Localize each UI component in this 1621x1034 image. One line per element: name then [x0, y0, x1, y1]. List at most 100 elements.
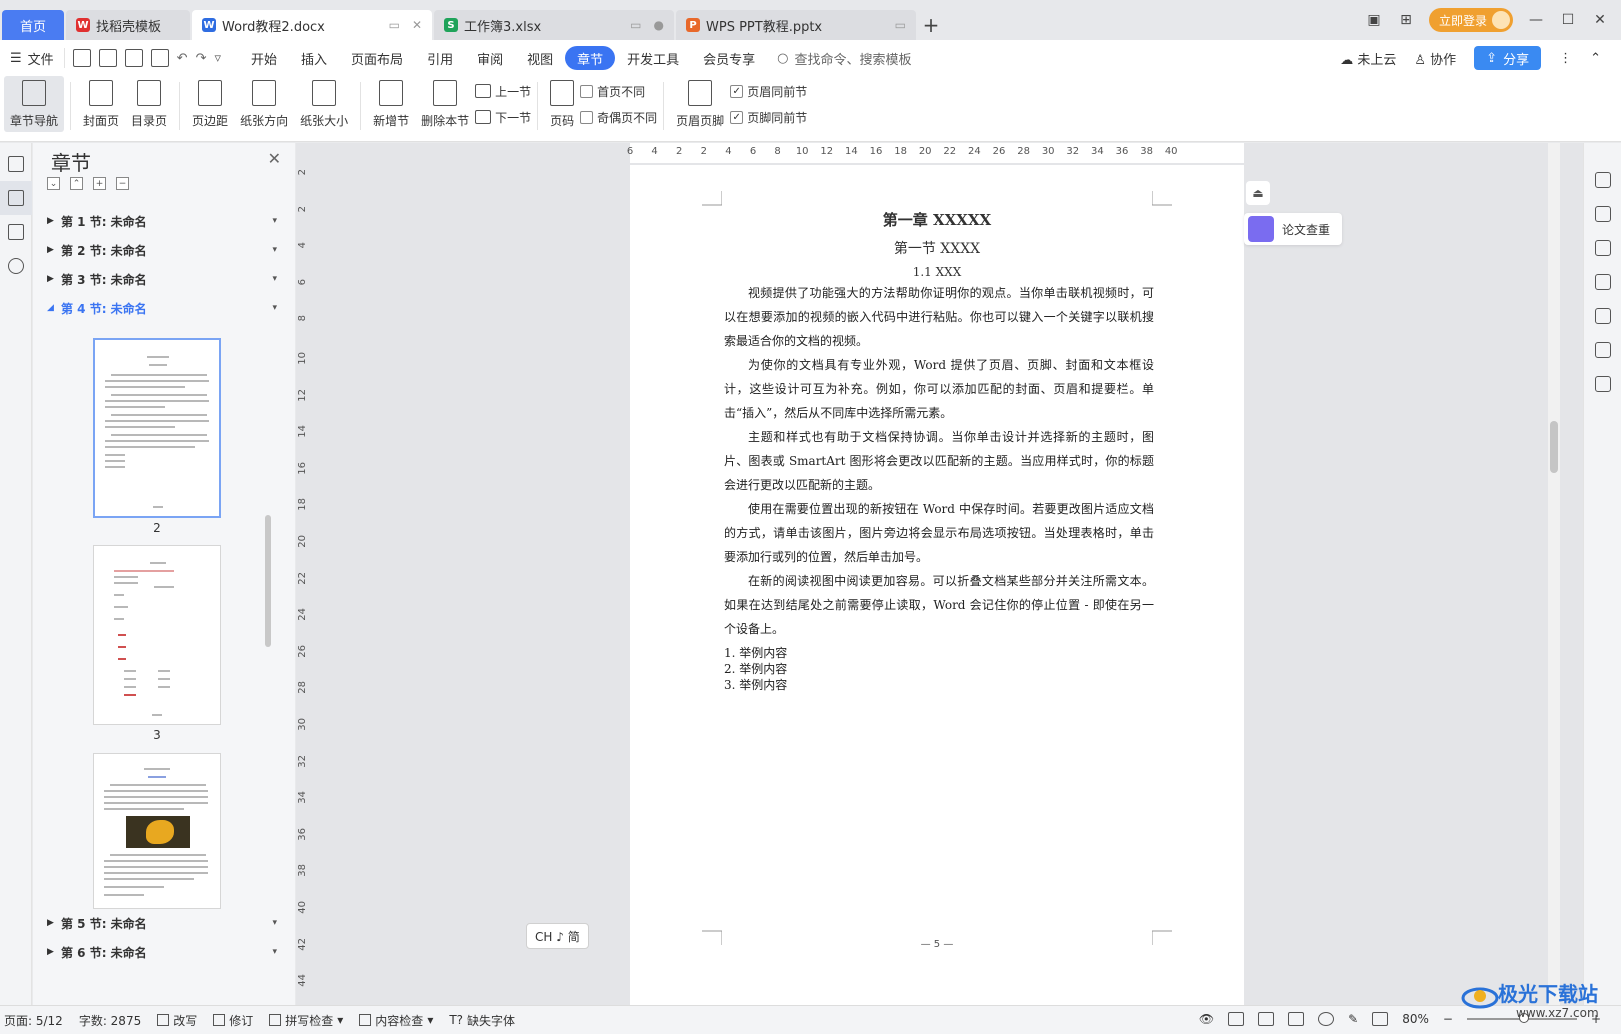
document-page[interactable]: 第一章 XXXXX 第一节 XXXX 1.1 XXX 视频提供了功能强大的方法帮…: [630, 165, 1244, 1005]
outline-view-button[interactable]: [0, 147, 32, 181]
share-button[interactable]: ⇪ 分享: [1474, 46, 1542, 70]
overwrite-toggle[interactable]: 改写: [157, 1012, 197, 1029]
toc-page-button[interactable]: 目录页: [125, 76, 173, 132]
login-button[interactable]: 立即登录: [1428, 8, 1513, 32]
section-item[interactable]: ▶ 第 2 节: 未命名 ▾: [47, 239, 283, 261]
scrollbar-thumb[interactable]: [1550, 421, 1558, 473]
redo-icon[interactable]: ↷: [196, 51, 207, 66]
cloud-button[interactable]: ☁ 未上云: [1340, 49, 1396, 68]
chevron-down-icon[interactable]: ▾: [272, 216, 277, 226]
add-icon[interactable]: +: [93, 177, 106, 190]
word-count[interactable]: 字数: 2875: [79, 1012, 141, 1029]
grid-icon[interactable]: ⊞: [1397, 11, 1415, 29]
menu-section[interactable]: 章节: [565, 46, 616, 70]
delete-section-button[interactable]: 删除本节: [415, 76, 475, 132]
section-item-active[interactable]: ◢ 第 4 节: 未命名 ▾: [47, 297, 283, 319]
tab-excel[interactable]: S 工作簿3.xlsx ▭ ●: [434, 10, 674, 40]
save-icon[interactable]: [72, 49, 91, 67]
chevron-down-icon[interactable]: ▾: [272, 947, 277, 957]
export-icon[interactable]: [98, 49, 117, 67]
section-item[interactable]: ▶ 第 6 节: 未命名 ▾: [47, 941, 283, 963]
menu-layout[interactable]: 页面布局: [339, 46, 415, 70]
outline-view-icon[interactable]: [1258, 1012, 1275, 1026]
close-window-button[interactable]: ✕: [1591, 11, 1609, 29]
margin-button[interactable]: 页边距: [186, 76, 234, 132]
prev-section-button[interactable]: 上一节: [475, 82, 531, 100]
document-scrollbar[interactable]: [1548, 143, 1560, 1005]
section-view-button[interactable]: [0, 181, 32, 215]
footer-same-checkbox[interactable]: ✓ 页脚同前节: [730, 108, 807, 126]
section-item[interactable]: ▶ 第 1 节: 未命名 ▾: [47, 210, 283, 232]
location-button[interactable]: [1584, 333, 1621, 367]
revise-toggle[interactable]: 修订: [213, 1012, 253, 1029]
new-tab-button[interactable]: +: [916, 10, 946, 40]
new-section-button[interactable]: 新增节: [367, 76, 415, 132]
odd-even-diff-checkbox[interactable]: 奇偶页不同: [580, 108, 657, 126]
book-button[interactable]: [1584, 367, 1621, 401]
screen-icon[interactable]: ▭: [895, 18, 906, 32]
layout-icon[interactable]: ▣: [1365, 11, 1383, 29]
more-icon[interactable]: ⋮: [1559, 51, 1572, 66]
menu-dev-tools[interactable]: 开发工具: [615, 46, 691, 70]
chevron-down-icon[interactable]: ▾: [272, 245, 277, 255]
menu-review[interactable]: 审阅: [465, 46, 515, 70]
chevron-down-icon[interactable]: ▾: [272, 303, 277, 313]
panel-scrollbar[interactable]: [265, 515, 271, 647]
maximize-button[interactable]: ☐: [1559, 11, 1577, 29]
screen-icon[interactable]: ▭: [630, 18, 641, 32]
page-thumbnail[interactable]: [93, 545, 221, 725]
dropdown-icon[interactable]: ▿: [214, 51, 221, 66]
fit-icon[interactable]: [1372, 1012, 1389, 1026]
section-item[interactable]: ▶ 第 3 节: 未命名 ▾: [47, 268, 283, 290]
minimize-button[interactable]: —: [1527, 11, 1545, 29]
content-check-button[interactable]: 内容检查 ▾: [359, 1012, 433, 1029]
close-icon[interactable]: ✕: [268, 149, 281, 168]
tab-templates[interactable]: W 找稻壳模板: [66, 10, 190, 40]
paper-size-button[interactable]: 纸张大小: [294, 76, 354, 132]
header-same-checkbox[interactable]: ✓ 页眉同前节: [730, 82, 807, 100]
collapse-all-icon[interactable]: ⌃: [70, 177, 83, 190]
page-number-button[interactable]: 页码: [544, 76, 580, 132]
pen-button[interactable]: [1584, 197, 1621, 231]
collab-button[interactable]: ♙ 协作: [1414, 49, 1456, 68]
screen-icon[interactable]: ▭: [389, 18, 400, 32]
undo-icon[interactable]: ↶: [177, 51, 188, 66]
file-menu[interactable]: ☰ 文件: [0, 49, 64, 68]
preview-icon[interactable]: [150, 49, 169, 67]
adjust-button[interactable]: [1584, 265, 1621, 299]
chevron-down-icon[interactable]: ▾: [272, 918, 277, 928]
print-icon[interactable]: [124, 49, 143, 67]
tab-ppt[interactable]: P WPS PPT教程.pptx ▭: [676, 10, 916, 40]
page-thumbnail[interactable]: [93, 338, 221, 518]
collapse-ribbon-icon[interactable]: ⌃: [1590, 51, 1601, 66]
collapse-toolbar-icon[interactable]: ⏏: [1246, 181, 1270, 205]
chevron-down-icon[interactable]: ▾: [272, 274, 277, 284]
command-search[interactable]: ○ 查找命令、搜索模板: [777, 49, 911, 68]
web-view-icon[interactable]: [1318, 1012, 1335, 1026]
eye-icon[interactable]: 👁: [1199, 1012, 1214, 1026]
pen-icon[interactable]: ✎: [1348, 1012, 1358, 1026]
page-indicator[interactable]: 页面: 5/12: [4, 1012, 63, 1029]
find-button[interactable]: [0, 249, 32, 283]
menu-insert[interactable]: 插入: [289, 46, 339, 70]
section-nav-button[interactable]: 章节导航: [4, 76, 65, 132]
cover-page-button[interactable]: 封面页: [77, 76, 125, 132]
page-view-icon[interactable]: [1228, 1012, 1245, 1026]
next-section-button[interactable]: 下一节: [475, 108, 531, 126]
rocket-button[interactable]: [1584, 163, 1621, 197]
page-thumbnail[interactable]: [93, 753, 221, 909]
image-tool-button[interactable]: [1584, 299, 1621, 333]
section-item[interactable]: ▶ 第 5 节: 未命名 ▾: [47, 912, 283, 934]
bookmark-button[interactable]: [0, 215, 32, 249]
menu-reference[interactable]: 引用: [415, 46, 465, 70]
tab-word-doc[interactable]: W Word教程2.docx ▭ ✕: [192, 10, 432, 40]
select-button[interactable]: [1584, 231, 1621, 265]
plagiarism-check-button[interactable]: 论文查重: [1244, 213, 1342, 245]
close-icon[interactable]: ✕: [412, 18, 422, 32]
expand-all-icon[interactable]: ⌄: [47, 177, 60, 190]
orientation-button[interactable]: 纸张方向: [234, 76, 294, 132]
reading-view-icon[interactable]: [1288, 1012, 1305, 1026]
tab-home[interactable]: 首页: [2, 10, 64, 40]
missing-font-button[interactable]: T? 缺失字体: [449, 1012, 515, 1029]
menu-start[interactable]: 开始: [239, 46, 289, 70]
